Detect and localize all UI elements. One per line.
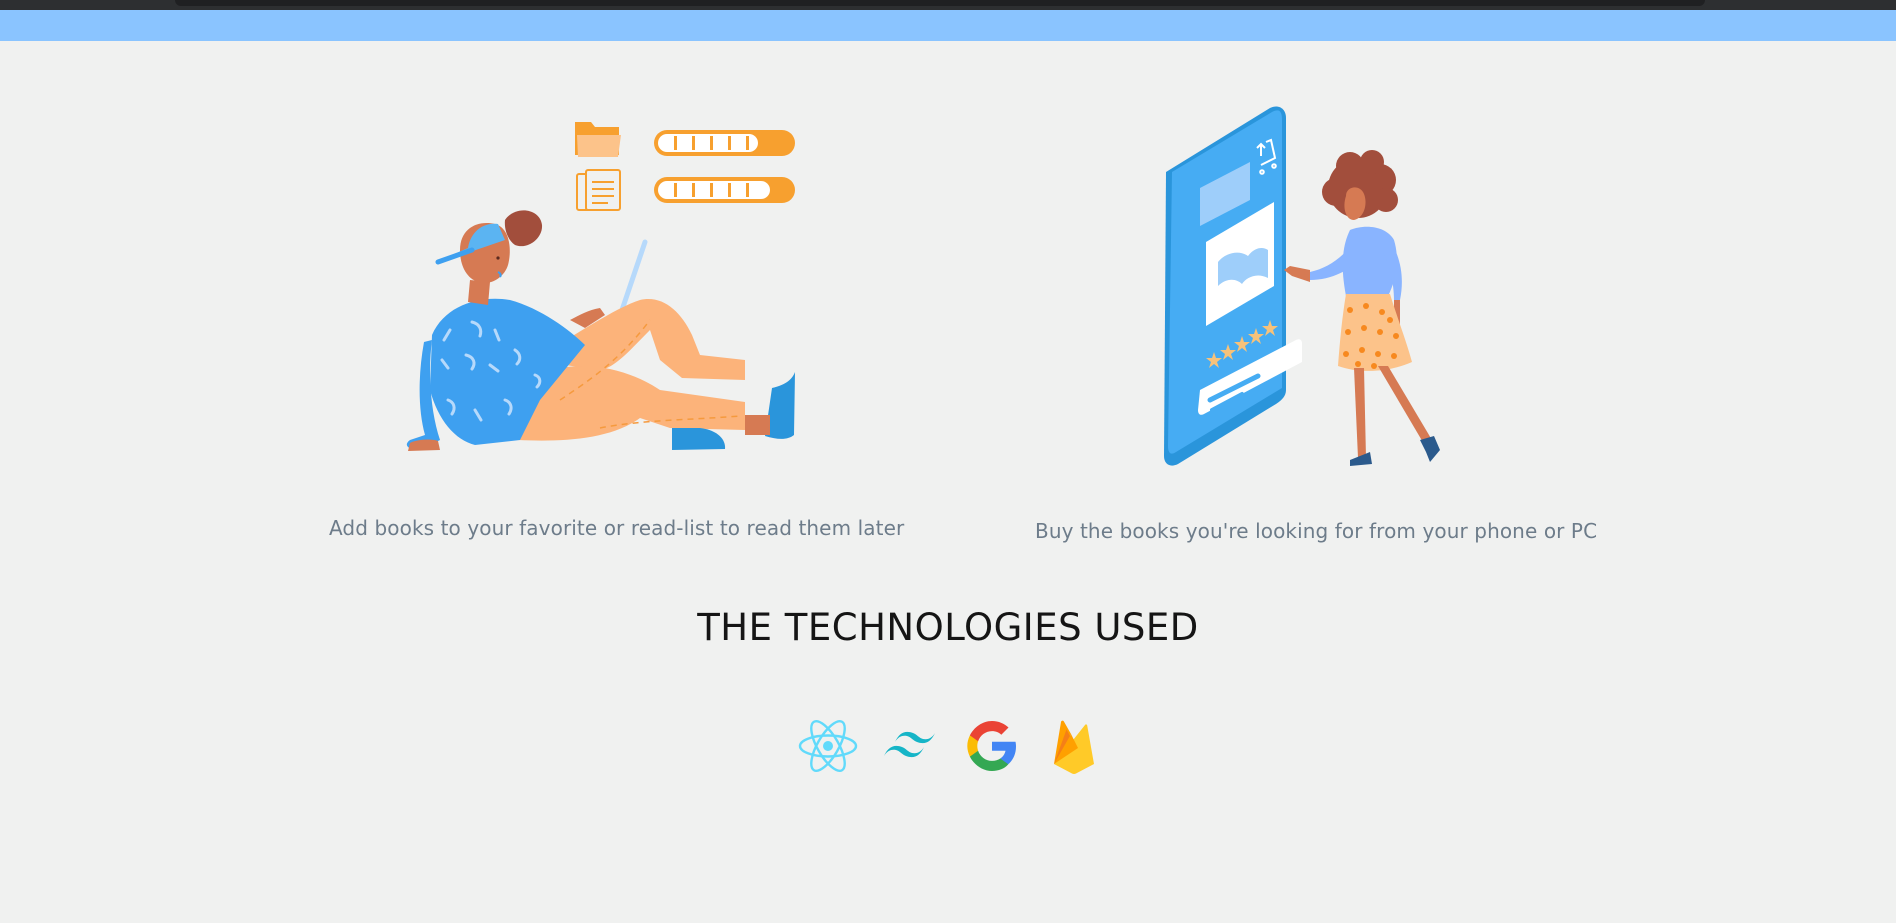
react-icon <box>798 716 858 776</box>
woman-phone-shop-illustration <box>1164 106 1440 466</box>
feature-reading <box>400 110 810 460</box>
google-icon <box>962 716 1022 776</box>
document-icon <box>576 169 621 211</box>
browser-frame-edge <box>0 0 1896 10</box>
feature-caption-shopping: Buy the books you're looking for from yo… <box>1035 519 1598 543</box>
firebase-icon <box>1044 716 1104 776</box>
folder-icon <box>575 122 621 157</box>
technologies-list <box>798 716 1104 776</box>
technologies-title: THE TECHNOLOGIES USED <box>697 606 1199 649</box>
feature-caption-reading: Add books to your favorite or read-list … <box>329 516 905 540</box>
browser-frame-tab <box>175 0 1705 6</box>
tailwind-icon <box>880 716 940 776</box>
progress-bar-1 <box>654 130 795 156</box>
feature-shopping <box>1150 100 1450 480</box>
progress-bar-2 <box>654 177 795 203</box>
person-reading-laptop-illustration <box>406 122 795 451</box>
header-bar <box>0 10 1896 41</box>
